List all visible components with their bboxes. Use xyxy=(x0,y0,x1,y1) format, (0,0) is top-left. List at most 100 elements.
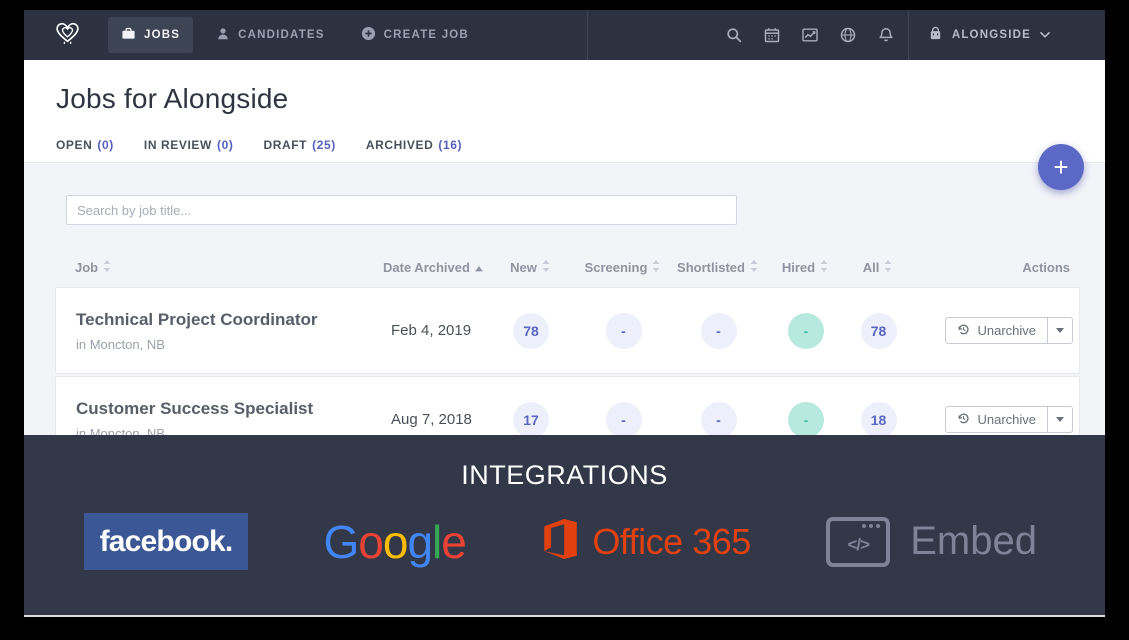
sort-icon xyxy=(884,260,892,275)
nav-item-candidates[interactable]: CANDIDATES xyxy=(203,18,338,53)
analytics-chart-icon[interactable] xyxy=(802,27,818,43)
add-job-fab-button[interactable]: + xyxy=(1038,144,1084,190)
date-archived-cell: Aug 7, 2018 xyxy=(371,411,486,428)
unarchive-split-button: Unarchive xyxy=(945,317,1073,344)
count-badge[interactable]: 78 xyxy=(861,313,897,349)
page-header: Jobs for Alongside OPEN (0) IN REVIEW (0… xyxy=(24,60,1105,163)
count-badge[interactable]: - xyxy=(606,402,642,438)
hired-count-cell: - xyxy=(766,313,846,349)
count-badge[interactable]: - xyxy=(701,402,737,438)
unarchive-label: Unarchive xyxy=(977,412,1036,427)
facebook-logo[interactable]: facebook. xyxy=(84,513,248,570)
google-letter: l xyxy=(432,516,441,568)
restore-icon xyxy=(957,323,970,339)
tab-label: IN REVIEW xyxy=(144,138,212,152)
integrations-panel: INTEGRATIONS facebook. Google Office 365 xyxy=(24,435,1105,615)
sort-icon xyxy=(103,260,111,275)
unarchive-dropdown-toggle[interactable] xyxy=(1047,407,1072,432)
column-header-hired[interactable]: Hired xyxy=(765,260,845,275)
chevron-down-icon xyxy=(1040,29,1050,41)
screenshot-stage: JOBS CANDIDATES CREATE JOB xyxy=(0,0,1129,640)
google-logo[interactable]: Google xyxy=(323,515,465,569)
google-letter: o xyxy=(383,516,408,568)
sort-icon xyxy=(542,260,550,275)
count-badge[interactable]: 78 xyxy=(513,313,549,349)
tab-count: (0) xyxy=(97,138,113,152)
count-badge[interactable]: - xyxy=(606,313,642,349)
tab-label: ARCHIVED xyxy=(366,138,433,152)
nav-item-jobs[interactable]: JOBS xyxy=(108,17,193,53)
office-box-icon xyxy=(541,518,579,565)
shortlisted-count-cell: - xyxy=(671,313,766,349)
unarchive-button[interactable]: Unarchive xyxy=(946,407,1047,432)
column-header-shortlisted[interactable]: Shortlisted xyxy=(670,260,765,275)
bell-icon[interactable] xyxy=(878,27,894,43)
column-header-new[interactable]: New xyxy=(485,260,575,275)
briefcase-icon xyxy=(121,26,136,44)
unarchive-button[interactable]: Unarchive xyxy=(946,318,1047,343)
plus-circle-icon xyxy=(361,26,376,44)
tab-label: OPEN xyxy=(56,138,92,152)
job-cell: Technical Project Coordinator in Moncton… xyxy=(56,310,371,352)
page-title: Jobs for Alongside xyxy=(56,83,1105,115)
person-icon xyxy=(216,27,230,44)
hired-count-cell: - xyxy=(766,402,846,438)
job-title-link[interactable]: Technical Project Coordinator xyxy=(76,310,371,330)
count-badge[interactable]: 18 xyxy=(861,402,897,438)
column-header-actions: Actions xyxy=(910,260,1080,275)
all-count-cell: 18 xyxy=(846,402,911,438)
navbar-icon-group xyxy=(726,27,894,43)
column-header-job[interactable]: Job xyxy=(55,260,370,275)
jobs-list-panel: Job Date Archived New Screening xyxy=(24,163,1105,437)
calendar-icon[interactable] xyxy=(764,27,780,43)
unarchive-label: Unarchive xyxy=(977,323,1036,338)
account-menu[interactable]: ALONGSIDE xyxy=(928,26,1050,44)
date-archived-cell: Feb 4, 2019 xyxy=(371,322,486,339)
new-count-cell: 17 xyxy=(486,402,576,438)
column-header-all[interactable]: All xyxy=(845,260,910,275)
facebook-logo-text: facebook. xyxy=(100,525,233,559)
new-count-cell: 78 xyxy=(486,313,576,349)
code-icon: </> xyxy=(847,535,869,555)
table-row: Customer Success Specialist in Moncton, … xyxy=(55,376,1080,437)
office-logo-text: Office 365 xyxy=(592,521,750,563)
tab-count: (16) xyxy=(438,138,462,152)
job-cell: Customer Success Specialist in Moncton, … xyxy=(56,399,371,438)
embed-logo-text: Embed xyxy=(910,519,1037,564)
screening-count-cell: - xyxy=(576,313,671,349)
column-header-screening[interactable]: Screening xyxy=(575,260,670,275)
embed-integration[interactable]: </> Embed xyxy=(826,517,1037,567)
screening-count-cell: - xyxy=(576,402,671,438)
sort-icon xyxy=(750,260,758,275)
restore-icon xyxy=(957,412,970,428)
sort-icon xyxy=(820,260,828,275)
nav-item-create-job[interactable]: CREATE JOB xyxy=(348,17,482,53)
column-header-date-archived[interactable]: Date Archived xyxy=(370,260,485,275)
table-row: Technical Project Coordinator in Moncton… xyxy=(55,287,1080,374)
job-title-link[interactable]: Customer Success Specialist xyxy=(76,399,371,419)
account-name: ALONGSIDE xyxy=(952,29,1031,41)
count-badge-hired[interactable]: - xyxy=(788,313,824,349)
count-badge[interactable]: 17 xyxy=(513,402,549,438)
navbar-divider xyxy=(908,10,909,60)
alongside-logo[interactable] xyxy=(54,20,81,50)
google-letter: G xyxy=(323,516,358,568)
search-input[interactable] xyxy=(66,195,737,225)
actions-cell: Unarchive xyxy=(911,317,1079,344)
table-header-row: Job Date Archived New Screening xyxy=(55,253,1080,281)
all-count-cell: 78 xyxy=(846,313,911,349)
unarchive-dropdown-toggle[interactable] xyxy=(1047,318,1072,343)
google-letter: o xyxy=(358,516,383,568)
tab-count: (0) xyxy=(217,138,233,152)
count-badge-hired[interactable]: - xyxy=(788,402,824,438)
nav-label: CANDIDATES xyxy=(238,29,325,41)
shortlisted-count-cell: - xyxy=(671,402,766,438)
office-365-logo[interactable]: Office 365 xyxy=(541,518,750,565)
app-window: JOBS CANDIDATES CREATE JOB xyxy=(24,10,1105,617)
google-letter: e xyxy=(441,516,466,568)
job-location: in Moncton, NB xyxy=(76,337,371,352)
search-icon[interactable] xyxy=(726,27,742,43)
navbar-divider xyxy=(587,10,588,60)
count-badge[interactable]: - xyxy=(701,313,737,349)
globe-icon[interactable] xyxy=(840,27,856,43)
